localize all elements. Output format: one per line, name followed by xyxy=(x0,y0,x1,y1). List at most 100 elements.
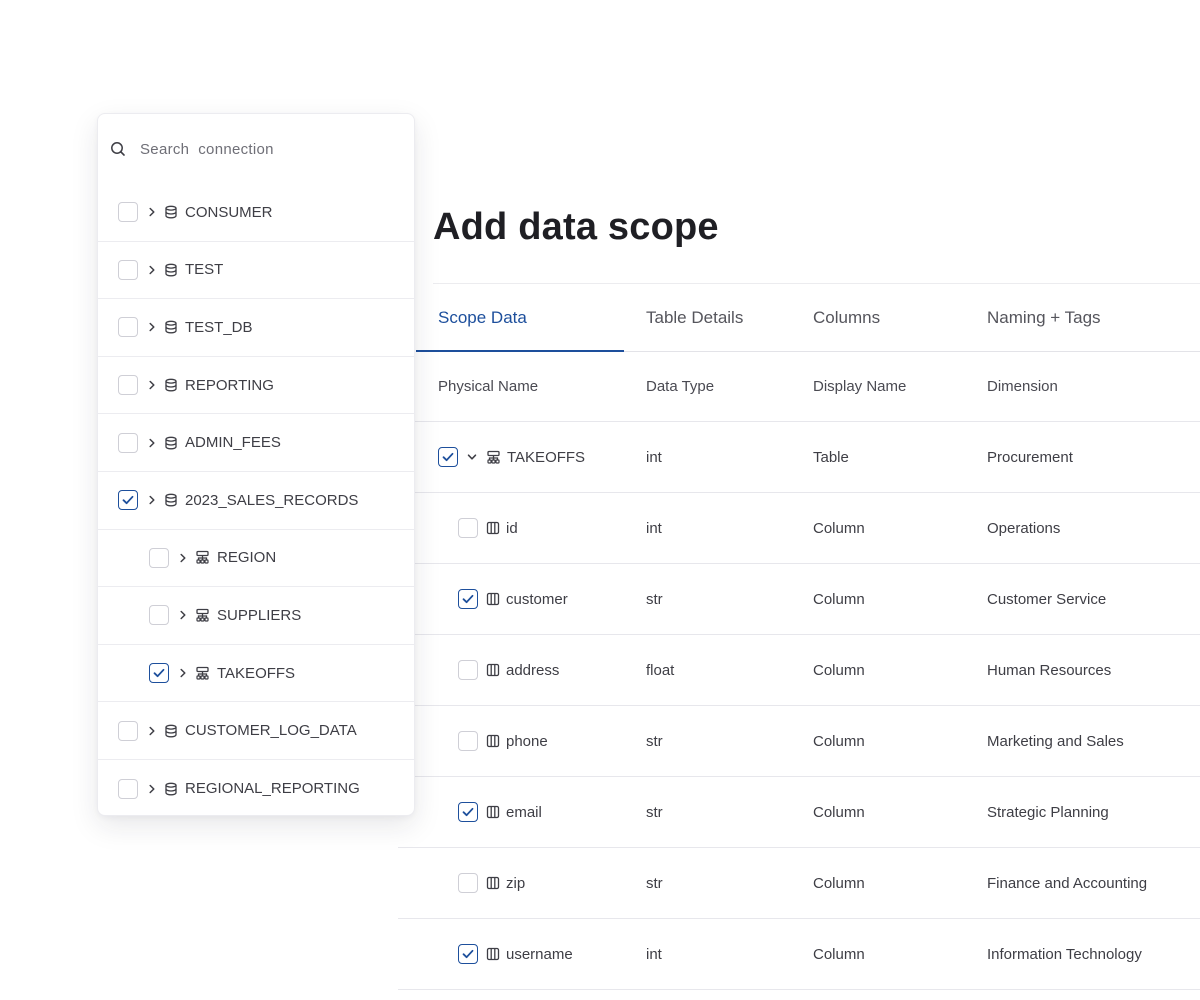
column-icon xyxy=(486,805,500,819)
tree-item-label: TAKEOFFS xyxy=(217,664,296,682)
chevron-right-icon[interactable] xyxy=(177,609,189,621)
tree-item-region[interactable]: REGION xyxy=(98,530,414,588)
tree-item-checkbox[interactable] xyxy=(118,317,138,338)
display-name: Column xyxy=(813,661,865,679)
table-row: id int Column Operations xyxy=(398,493,1200,564)
physical-name-cell: address xyxy=(458,635,559,705)
search-icon xyxy=(110,141,126,157)
chevron-down-icon[interactable] xyxy=(466,451,478,463)
tree-item-label: REGIONAL_REPORTING xyxy=(185,780,360,798)
tree-item-suppliers[interactable]: SUPPLIERS xyxy=(98,587,414,645)
database-icon xyxy=(164,378,178,392)
chevron-right-icon[interactable] xyxy=(146,725,158,737)
tree-item-regional-reporting[interactable]: REGIONAL_REPORTING xyxy=(98,760,414,815)
tree-item-label: CONSUMER xyxy=(185,203,273,221)
column-icon xyxy=(486,521,500,535)
row-checkbox[interactable] xyxy=(458,873,478,893)
physical-name: customer xyxy=(506,590,568,608)
tree-item-checkbox[interactable] xyxy=(118,720,138,741)
tree-item-checkbox[interactable] xyxy=(149,663,169,684)
database-icon xyxy=(164,205,178,219)
tree-item-reporting[interactable]: REPORTING xyxy=(98,357,414,415)
tree-item-checkbox[interactable] xyxy=(149,547,169,568)
physical-name: username xyxy=(506,945,573,963)
tree-item-admin-fees[interactable]: ADMIN_FEES xyxy=(98,414,414,472)
row-checkbox[interactable] xyxy=(458,518,478,538)
chevron-right-icon[interactable] xyxy=(177,667,189,679)
display-name: Column xyxy=(813,874,865,892)
database-icon xyxy=(164,263,178,277)
display-name: Column xyxy=(813,732,865,750)
row-checkbox[interactable] xyxy=(458,802,478,822)
physical-name: address xyxy=(506,661,560,679)
tree-item-checkbox[interactable] xyxy=(149,605,169,626)
tree-item-checkbox[interactable] xyxy=(118,432,138,453)
tree-item-checkbox[interactable] xyxy=(118,778,138,799)
physical-name: id xyxy=(506,519,518,537)
column-header-data-type: Data Type xyxy=(646,378,715,395)
data-scope-panel: Add data scope Scope Data Table Details … xyxy=(398,0,1200,1000)
chevron-right-icon[interactable] xyxy=(146,206,158,218)
column-icon xyxy=(486,734,500,748)
row-checkbox[interactable] xyxy=(458,660,478,680)
chevron-right-icon[interactable] xyxy=(146,264,158,276)
dimension: Customer Service xyxy=(987,590,1107,608)
table-row: zip str Column Finance and Accounting xyxy=(398,848,1200,919)
tree-item-takeoffs[interactable]: TAKEOFFS xyxy=(98,645,414,703)
dimension: Operations xyxy=(987,519,1061,537)
database-icon xyxy=(164,782,178,796)
chevron-right-icon[interactable] xyxy=(146,437,158,449)
search-input[interactable] xyxy=(140,140,380,158)
tab-columns[interactable]: Columns xyxy=(813,284,880,351)
physical-name: phone xyxy=(506,732,548,750)
row-checkbox[interactable] xyxy=(458,731,478,751)
tree-item-2023-sales-records[interactable]: 2023_SALES_RECORDS xyxy=(98,472,414,530)
column-icon xyxy=(486,947,500,961)
tab-label: Naming + Tags xyxy=(987,307,1101,327)
tree-item-customer-log-data[interactable]: CUSTOMER_LOG_DATA xyxy=(98,702,414,760)
hierarchy-icon xyxy=(195,608,210,623)
row-checkbox[interactable] xyxy=(458,944,478,964)
tree-item-checkbox[interactable] xyxy=(118,375,138,396)
tree-item-label: SUPPLIERS xyxy=(217,606,302,624)
row-checkbox[interactable] xyxy=(438,447,458,467)
physical-name-cell: email xyxy=(458,777,542,847)
table-header-row: Physical Name Data Type Display Name Dim… xyxy=(398,352,1200,422)
tab-table-details[interactable]: Table Details xyxy=(646,284,743,351)
hierarchy-icon xyxy=(195,666,210,681)
physical-name-cell: TAKEOFFS xyxy=(438,422,585,492)
data-type: str xyxy=(646,874,663,892)
tab-label: Scope Data xyxy=(438,307,527,327)
display-name: Column xyxy=(813,803,865,821)
physical-name: zip xyxy=(506,874,526,892)
tree-item-consumer[interactable]: CONSUMER xyxy=(98,184,414,242)
hierarchy-icon xyxy=(486,450,501,465)
chevron-right-icon[interactable] xyxy=(146,379,158,391)
tab-scope-data[interactable]: Scope Data xyxy=(438,284,527,351)
row-checkbox[interactable] xyxy=(458,589,478,609)
chevron-right-icon[interactable] xyxy=(146,494,158,506)
chevron-right-icon[interactable] xyxy=(177,552,189,564)
tree-item-label: REGION xyxy=(217,549,277,567)
tree-item-test-db[interactable]: TEST_DB xyxy=(98,299,414,357)
tree-item-checkbox[interactable] xyxy=(118,202,138,223)
physical-name-cell: username xyxy=(458,919,573,989)
page-title: Add data scope xyxy=(433,206,719,248)
physical-name: TAKEOFFS xyxy=(507,448,586,466)
connection-tree: CONSUMER TEST TEST_DB REPORTING ADMIN_FEES 20… xyxy=(98,184,414,815)
scope-table: Physical Name Data Type Display Name Dim… xyxy=(398,352,1200,990)
chevron-right-icon[interactable] xyxy=(146,321,158,333)
table-row: phone str Column Marketing and Sales xyxy=(398,706,1200,777)
tree-item-test[interactable]: TEST xyxy=(98,242,414,300)
tree-item-label: TEST xyxy=(185,261,224,279)
chevron-right-icon[interactable] xyxy=(146,783,158,795)
database-icon xyxy=(164,436,178,450)
tab-naming-tags[interactable]: Naming + Tags xyxy=(987,284,1101,351)
tree-item-label: TEST_DB xyxy=(185,318,253,336)
tree-item-checkbox[interactable] xyxy=(118,259,138,280)
physical-name-cell: phone xyxy=(458,706,548,776)
column-header-dimension: Dimension xyxy=(987,378,1058,395)
table-row: TAKEOFFS int Table Procurement xyxy=(398,422,1200,493)
physical-name: email xyxy=(506,803,542,821)
tree-item-checkbox[interactable] xyxy=(118,490,138,511)
